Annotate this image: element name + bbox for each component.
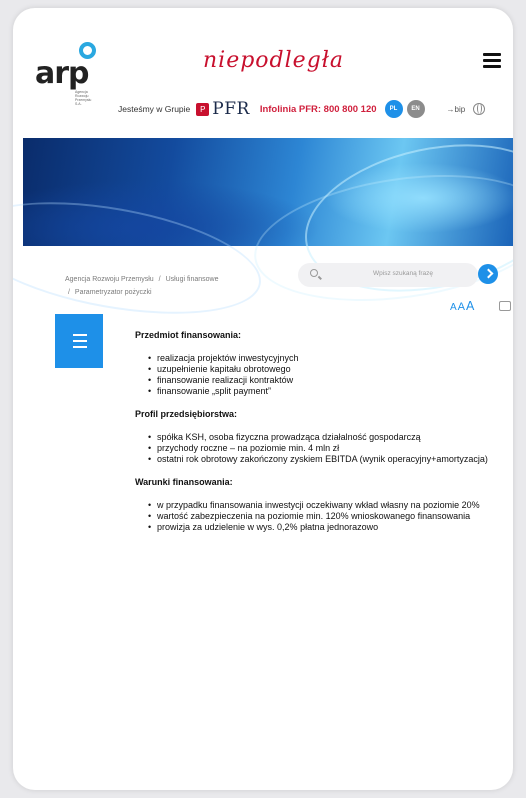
search-submit-button[interactable] <box>478 264 498 284</box>
breadcrumb-current: Parametryzator pożyczki <box>74 289 152 296</box>
list-item: realizacja projektów inwestycyjnych <box>148 353 495 364</box>
niepodlegla-logo[interactable]: niepodległa <box>203 48 344 73</box>
list-item: wartość zabezpieczenia na poziomie min. … <box>148 511 495 522</box>
list-item: w przypadku finansowania inwestycji ocze… <box>148 500 495 511</box>
lang-en-button[interactable]: EN <box>406 100 425 118</box>
lang-pl-button[interactable]: PL <box>384 100 403 118</box>
logo-text: arp <box>35 56 90 91</box>
breadcrumb-separator: / <box>68 289 70 296</box>
breadcrumb-separator: / <box>158 276 161 283</box>
breadcrumb: Agencja Rozwoju Przemysłu / Usługi finan… <box>65 273 265 299</box>
font-size-small-button[interactable]: A <box>450 302 458 313</box>
search-placeholder: Wpisz szukaną frazę <box>373 270 433 277</box>
financing-subject-list: realizacja projektów inwestycyjnych uzup… <box>135 353 495 397</box>
top-info-bar: Jesteśmy w Grupie P PFR Infolinia PFR: 8… <box>118 99 508 119</box>
infolinia-link[interactable]: Infolinia PFR: 800 800 120 <box>260 104 377 115</box>
bip-label: bip <box>454 104 466 114</box>
page-frame: arp Agencja Rozwoju Przemysłu S.A. niepo… <box>13 8 513 790</box>
financing-terms-list: w przypadku finansowania inwestycji ocze… <box>135 500 495 533</box>
list-item: prowizja za udzielenie w wys. 0,2% płatn… <box>148 522 495 533</box>
pfr-logo-text[interactable]: PFR <box>212 99 250 119</box>
search-icon <box>310 269 318 277</box>
font-size-medium-button[interactable]: A <box>458 301 466 313</box>
font-size-large-button[interactable]: A <box>466 299 475 313</box>
company-profile-list: spółka KSH, osoba fizyczna prowadząca dz… <box>135 432 495 465</box>
breadcrumb-item[interactable]: Agencja Rozwoju Przemysłu <box>65 276 154 283</box>
bip-link[interactable]: →bip <box>447 105 466 114</box>
search-input[interactable]: Wpisz szukaną frazę <box>298 263 478 287</box>
section-title: Warunki finansowania: <box>135 477 233 487</box>
section-title: Profil przedsiębiorstwa: <box>135 409 238 419</box>
breadcrumb-item[interactable]: Usługi finansowe <box>166 276 219 283</box>
globe-icon[interactable] <box>473 103 486 115</box>
list-item: finansowanie „split payment” <box>148 386 495 397</box>
list-item: uzupełnienie kapitału obrotowego <box>148 364 495 375</box>
list-item: ostatni rok obrotowy zakończony zyskiem … <box>148 454 495 465</box>
list-item: spółka KSH, osoba fizyczna prowadząca dz… <box>148 432 495 443</box>
arp-logo[interactable]: arp Agencja Rozwoju Przemysłu S.A. <box>35 38 105 106</box>
pfr-logo-icon: P <box>196 102 210 116</box>
main-content: Przedmiot finansowania: realizacja proje… <box>135 330 495 545</box>
side-menu-button[interactable] <box>55 314 103 368</box>
hamburger-menu-icon[interactable] <box>483 53 501 68</box>
logo-ring-icon <box>79 42 96 59</box>
logo-subtitle: Agencja Rozwoju Przemysłu S.A. <box>75 90 92 106</box>
list-item: przychody roczne – na poziomie min. 4 ml… <box>148 443 495 454</box>
font-size-controls: AAA <box>450 299 475 313</box>
print-icon[interactable] <box>499 301 511 311</box>
section-title: Przedmiot finansowania: <box>135 330 242 340</box>
group-label: Jesteśmy w Grupie <box>118 104 191 114</box>
list-item: finansowanie realizacji kontraktów <box>148 375 495 386</box>
hero-banner <box>13 122 513 334</box>
